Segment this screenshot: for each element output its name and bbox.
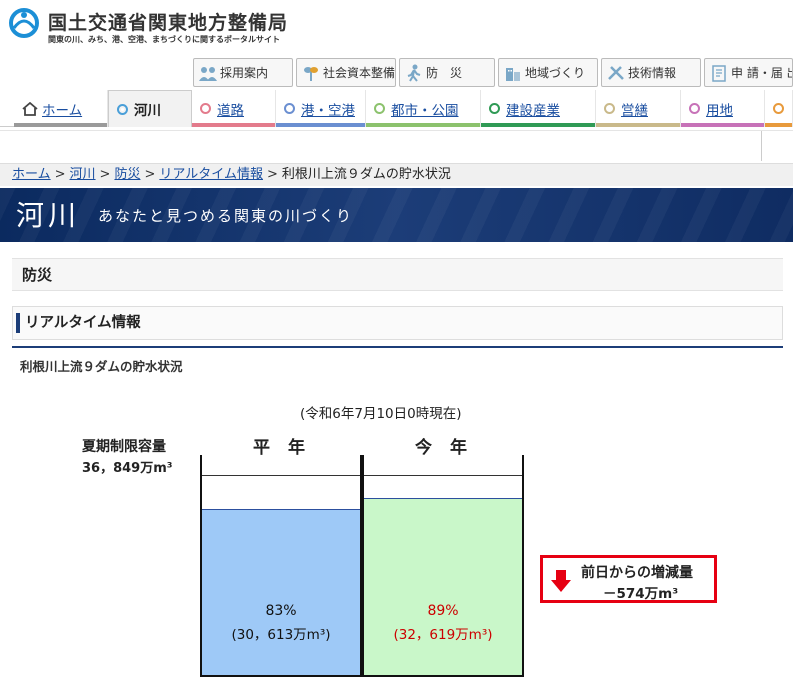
daily-change-value: －574万m³ bbox=[603, 586, 679, 602]
home-icon bbox=[22, 101, 38, 116]
utility-infrastructure-label: 社会資本整備 bbox=[323, 66, 396, 80]
normal-year-fill bbox=[202, 509, 360, 675]
tab-home[interactable]: ホーム bbox=[14, 90, 108, 127]
land-dot-icon bbox=[689, 103, 700, 114]
tab-city-park-label: 都市・公園 bbox=[391, 102, 459, 119]
breadcrumb-disaster[interactable]: 防災 bbox=[114, 167, 140, 182]
tab-port-airport-label: 港・空港 bbox=[301, 102, 355, 119]
tools-icon bbox=[608, 65, 624, 80]
section-heading-realtime: リアルタイム情報 bbox=[12, 306, 783, 340]
as-of-date: (令和6年7月10日0時現在) bbox=[300, 406, 462, 422]
section-divider bbox=[12, 346, 783, 348]
main-nav: ホーム 河川 道路 港・空港 都市・公園 建設産業 営繕 用地 bbox=[0, 90, 793, 127]
utility-recruit-label: 採用案内 bbox=[220, 66, 269, 80]
river-banner: 河川 あなたと見つめる関東の川づくり bbox=[0, 188, 793, 242]
tab-land-label: 用地 bbox=[706, 102, 733, 119]
breadcrumb-realtime[interactable]: リアルタイム情報 bbox=[159, 167, 263, 182]
normal-year-tank: 83% (30，613万m³) bbox=[200, 455, 362, 677]
document-icon bbox=[712, 64, 726, 82]
subnav-edge bbox=[761, 131, 793, 161]
current-capacity-line bbox=[364, 475, 522, 476]
nav-divider bbox=[0, 130, 793, 131]
tab-construction-label: 建設産業 bbox=[506, 102, 560, 119]
city-dot-icon bbox=[374, 103, 385, 114]
breadcrumb-current: 利根川上流９ダムの貯水状況 bbox=[281, 167, 451, 182]
utility-application-label: 申 請・届 出 bbox=[731, 66, 793, 80]
plant-icon bbox=[304, 66, 318, 81]
utility-disaster-button[interactable]: 防 災 bbox=[399, 58, 495, 87]
tab-construction-bar bbox=[481, 123, 595, 127]
port-dot-icon bbox=[284, 103, 295, 114]
utility-regional-button[interactable]: 地域づくり bbox=[498, 58, 598, 87]
breadcrumb: ホーム > 河川 > 防災 > リアルタイム情報 > 利根川上流９ダムの貯水状況 bbox=[0, 163, 793, 186]
utility-application-button[interactable]: 申 請・届 出 bbox=[704, 58, 793, 87]
breadcrumb-river[interactable]: 河川 bbox=[70, 167, 96, 182]
tab-building-repair[interactable]: 営繕 bbox=[596, 90, 681, 127]
tab-river[interactable]: 河川 bbox=[108, 90, 192, 127]
breadcrumb-home[interactable]: ホーム bbox=[12, 167, 51, 182]
site-tagline: 関東の川、みち、港、空港、まちづくりに関するポータルサイト bbox=[48, 35, 280, 44]
capacity-label: 夏期制限容量 bbox=[82, 439, 166, 455]
normal-capacity-line bbox=[202, 475, 360, 476]
tab-road-bar bbox=[192, 123, 275, 127]
mlit-logo-icon bbox=[9, 8, 39, 38]
utility-infrastructure-button[interactable]: 社会資本整備 bbox=[296, 58, 396, 87]
current-year-tank: 89% (32，619万m³) bbox=[362, 455, 524, 677]
tab-road[interactable]: 道路 bbox=[192, 90, 276, 127]
repair-dot-icon bbox=[604, 103, 615, 114]
person-running-icon bbox=[407, 64, 421, 82]
tab-home-label: ホーム bbox=[42, 102, 83, 119]
page-title: 利根川上流９ダムの貯水状況 bbox=[20, 359, 183, 374]
org-name: 国土交通省関東地方整備局 bbox=[48, 12, 289, 34]
tab-land[interactable]: 用地 bbox=[681, 90, 765, 127]
tab-building-repair-label: 営繕 bbox=[621, 102, 648, 119]
tab-city-park-bar bbox=[366, 123, 480, 127]
road-dot-icon bbox=[200, 103, 211, 114]
daily-change-box: 前日からの増減量 －574万m³ bbox=[540, 555, 717, 603]
tab-more-bar bbox=[765, 123, 792, 127]
tab-building-repair-bar bbox=[596, 123, 680, 127]
tab-river-label: 河川 bbox=[134, 103, 161, 119]
tab-more[interactable] bbox=[765, 90, 793, 127]
current-year-percent: 89% bbox=[427, 603, 459, 619]
site-logo[interactable]: 国土交通省関東地方整備局 関東の川、みち、港、空港、まちづくりに関するポータルサ… bbox=[8, 6, 308, 46]
current-year-fill bbox=[364, 498, 522, 675]
tab-port-airport[interactable]: 港・空港 bbox=[276, 90, 366, 127]
tab-port-airport-bar bbox=[276, 123, 365, 127]
utility-regional-label: 地域づくり bbox=[525, 66, 586, 80]
river-dot-icon bbox=[117, 103, 128, 115]
utility-technical-label: 技術情報 bbox=[628, 66, 677, 80]
tab-land-bar bbox=[681, 123, 764, 127]
normal-year-percent: 83% bbox=[265, 603, 297, 619]
tab-road-label: 道路 bbox=[217, 102, 244, 119]
current-year-volume: (32，619万m³) bbox=[393, 627, 493, 643]
banner-subtitle: あなたと見つめる関東の川づくり bbox=[98, 207, 354, 225]
people-icon bbox=[199, 66, 217, 81]
capacity-value: 36，849万m³ bbox=[82, 461, 173, 476]
normal-year-volume: (30，613万m³) bbox=[231, 627, 331, 643]
daily-change-label: 前日からの増減量 bbox=[581, 565, 693, 581]
more-dot-icon bbox=[773, 103, 784, 114]
tab-construction[interactable]: 建設産業 bbox=[481, 90, 596, 127]
utility-disaster-label: 防 災 bbox=[426, 66, 463, 80]
construction-dot-icon bbox=[489, 103, 500, 114]
tab-home-bar bbox=[14, 123, 107, 127]
utility-technical-button[interactable]: 技術情報 bbox=[601, 58, 701, 87]
building-icon bbox=[506, 67, 520, 81]
section-heading-disaster: 防災 bbox=[12, 258, 783, 291]
tab-city-park[interactable]: 都市・公園 bbox=[366, 90, 481, 127]
banner-title: 河川 bbox=[16, 199, 81, 232]
utility-recruit-button[interactable]: 採用案内 bbox=[193, 58, 293, 87]
down-arrow-icon bbox=[551, 570, 571, 592]
